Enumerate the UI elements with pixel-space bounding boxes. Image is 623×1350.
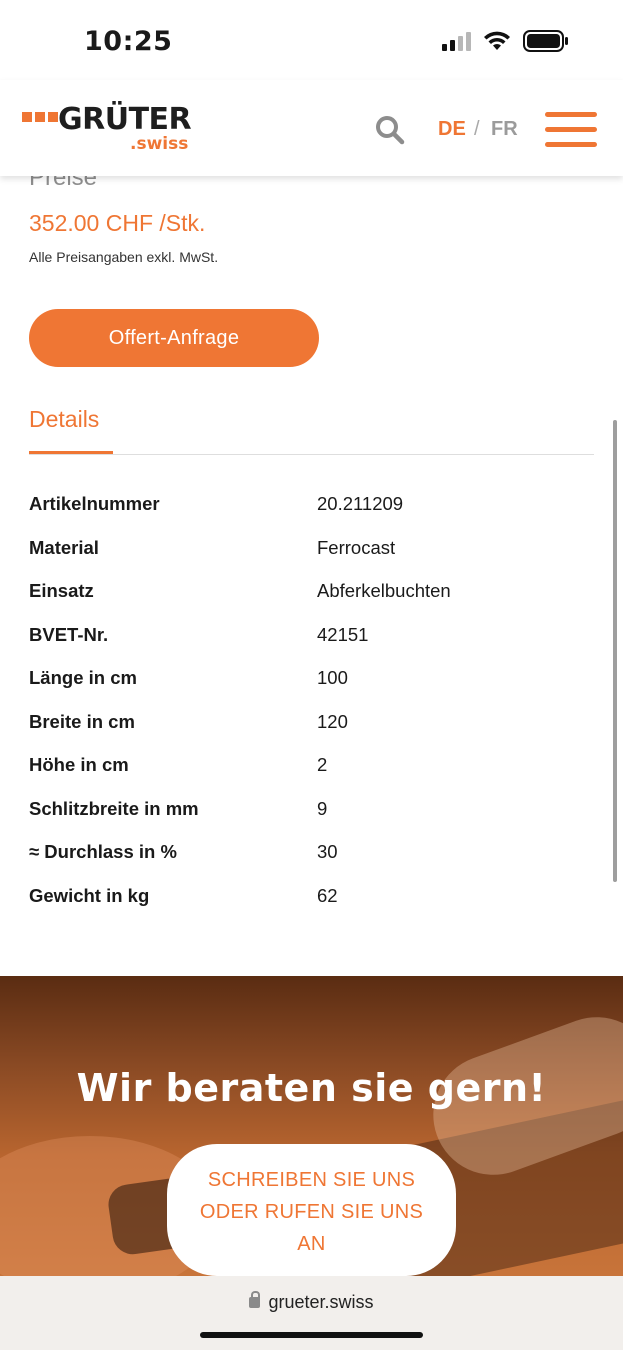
status-bar: 10:25 [0, 0, 623, 80]
detail-label: Breite in cm [29, 710, 135, 732]
details-row: Artikelnummer 20.211209 [29, 491, 594, 535]
language-fr[interactable]: FR [491, 118, 518, 141]
contact-button-line-1: SCHREIBEN SIE UNS [207, 1169, 416, 1191]
url-text: grueter.swiss [268, 1292, 374, 1312]
wifi-icon [484, 31, 510, 50]
detail-value: 120 [317, 710, 348, 732]
detail-value: 30 [317, 841, 338, 862]
language-de[interactable]: DE [438, 118, 466, 141]
status-time: 10:25 [84, 26, 173, 57]
detail-label: Material [29, 536, 99, 558]
contact-button-line-2: ODER RUFEN SIE UNS [199, 1201, 424, 1223]
detail-value: 2 [317, 754, 328, 775]
status-icons [442, 30, 569, 52]
detail-value: Abferkelbuchten [317, 580, 451, 601]
logo-wordmark: GRÜTER [58, 102, 192, 137]
detail-label: ≈ Durchlass in % [29, 841, 177, 862]
detail-label: Artikelnummer [29, 493, 160, 514]
details-row: Schlitzbreite in mm 9 [29, 796, 594, 840]
detail-label: BVET-Nr. [29, 623, 109, 645]
details-row: Höhe in cm 2 [29, 752, 594, 796]
price-note: Alle Preisangaben exkl. MwSt. [29, 249, 219, 265]
detail-label: Länge in cm [29, 667, 137, 688]
details-row: BVET-Nr. 42151 [29, 622, 594, 666]
search-icon[interactable] [374, 114, 406, 146]
tab-details[interactable]: Details [29, 406, 99, 433]
detail-value: 62 [317, 884, 338, 906]
hamburger-menu-icon[interactable] [545, 112, 597, 148]
contact-us-button[interactable]: SCHREIBEN SIE UNS ODER RUFEN SIE UNS AN [167, 1144, 456, 1276]
details-row: Breite in cm 120 [29, 709, 594, 753]
tab-divider [29, 454, 594, 455]
lock-icon [249, 1291, 261, 1308]
grueter-logo[interactable]: GRÜTER .swiss [22, 102, 192, 154]
detail-value: 20.211209 [317, 493, 404, 514]
logo-mark-icon [22, 112, 58, 122]
detail-value: 42151 [317, 623, 369, 645]
product-price: 352.00 CHF /Stk. [29, 210, 206, 236]
details-row: ≈ Durchlass in % 30 [29, 839, 594, 883]
detail-value: 100 [317, 667, 348, 688]
language-separator: / [474, 118, 480, 140]
details-row: Gewicht in kg 62 [29, 883, 594, 927]
contact-banner: Wir beraten sie gern! SCHREIBEN SIE UNS … [0, 976, 623, 1276]
detail-value: Ferrocast [317, 536, 396, 558]
details-table: Artikelnummer 20.211209 Material Ferrocast… [29, 491, 594, 926]
offer-request-button[interactable]: Offert-Anfrage [29, 309, 319, 367]
detail-label: Gewicht in kg [29, 884, 150, 906]
contact-button-line-3: AN [297, 1233, 326, 1255]
details-row: Einsatz Abferkelbuchten [29, 578, 594, 622]
detail-label: Einsatz [29, 580, 94, 601]
detail-label: Höhe in cm [29, 754, 129, 775]
detail-value: 9 [317, 797, 328, 819]
url-display[interactable]: grueter.swiss [0, 1291, 623, 1313]
home-indicator[interactable] [200, 1332, 423, 1338]
details-row: Länge in cm 100 [29, 665, 594, 709]
battery-icon [523, 30, 568, 52]
banner-title: Wir beraten sie gern! [76, 1066, 547, 1110]
details-row: Material Ferrocast [29, 535, 594, 579]
page-scrollbar[interactable] [613, 420, 617, 882]
logo-subtitle: .swiss [130, 134, 189, 154]
browser-address-bar[interactable]: grueter.swiss [0, 1276, 623, 1350]
cellular-signal-icon [442, 31, 471, 51]
detail-label: Schlitzbreite in mm [29, 797, 199, 819]
site-header: GRÜTER .swiss DE / FR [0, 80, 623, 176]
